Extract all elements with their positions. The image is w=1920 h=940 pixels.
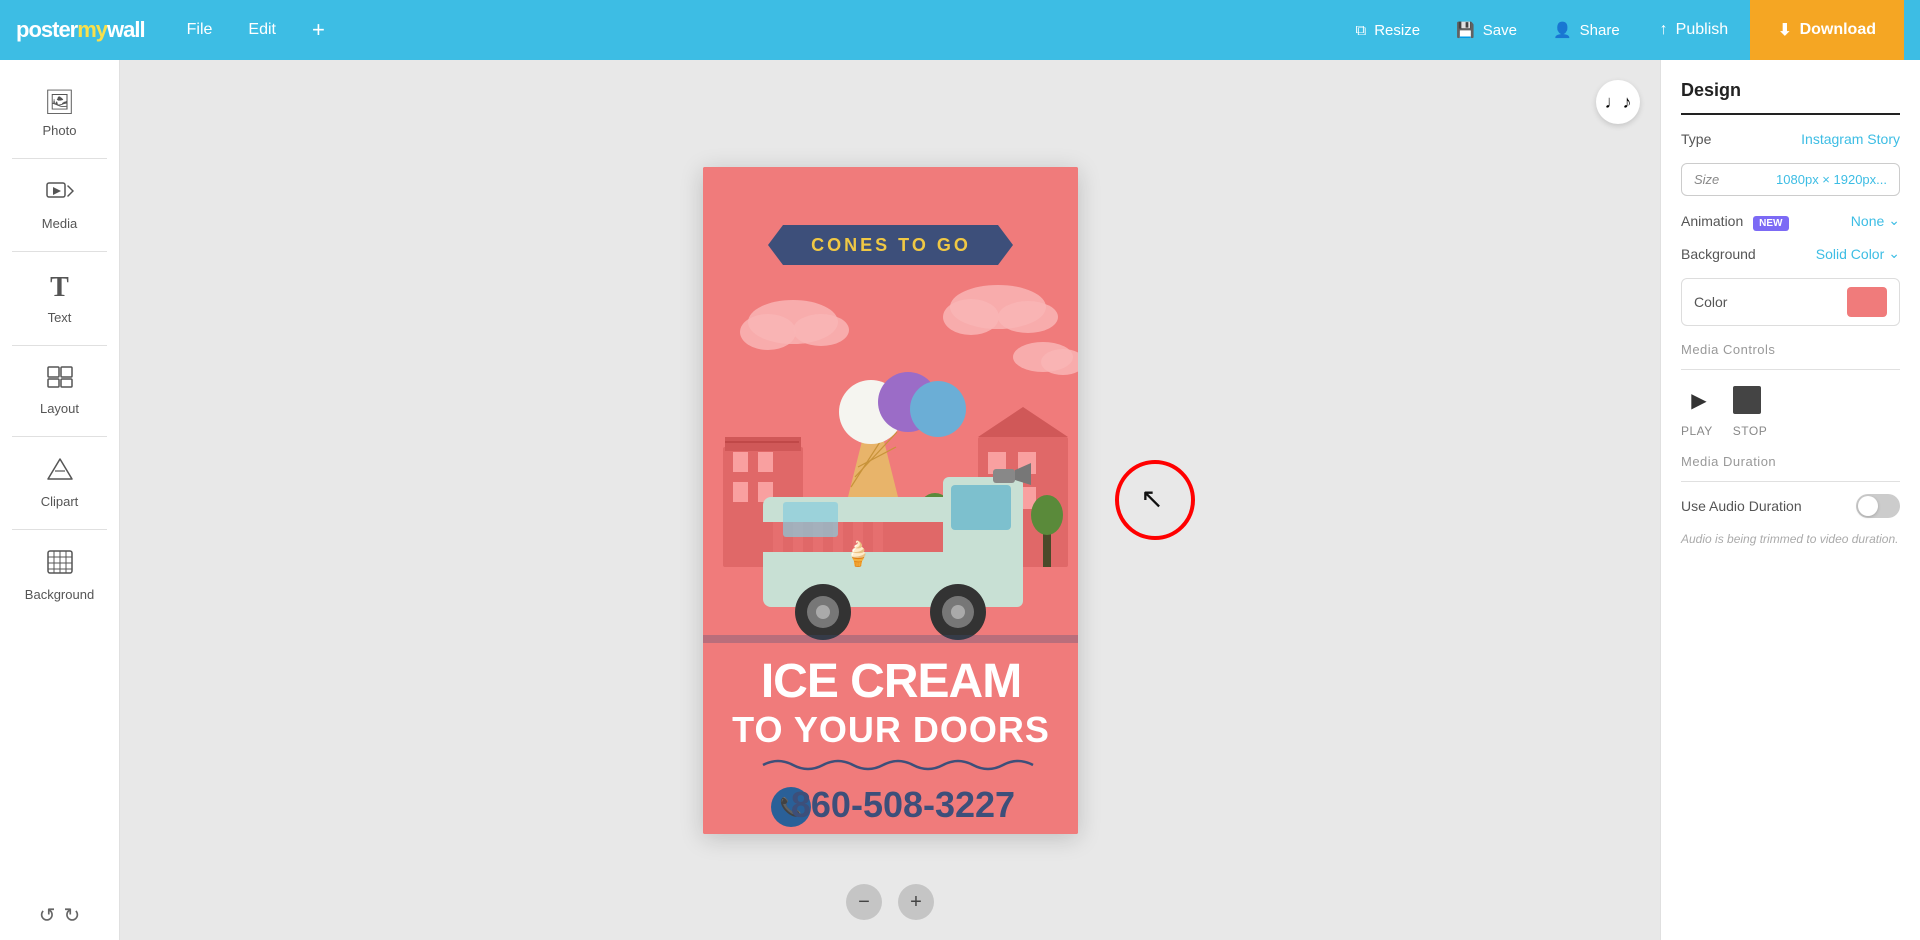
sidebar: 🖼 Photo Media T Text xyxy=(0,60,120,940)
color-label: Color xyxy=(1694,294,1727,310)
clipart-icon xyxy=(47,457,73,488)
redo-button[interactable]: ↻ xyxy=(64,903,81,928)
sidebar-divider-2 xyxy=(12,251,107,252)
media-buttons: ▶ xyxy=(1681,382,1900,418)
sidebar-divider-4 xyxy=(12,436,107,437)
right-panel: Design Type Instagram Story Size 1080px … xyxy=(1660,60,1920,940)
sidebar-divider-5 xyxy=(12,529,107,530)
sidebar-divider-1 xyxy=(12,158,107,159)
sidebar-item-clipart[interactable]: Clipart xyxy=(0,445,119,521)
save-icon: 💾 xyxy=(1456,21,1475,39)
audio-note: Audio is being trimmed to video duration… xyxy=(1681,530,1900,548)
zoom-controls: − + xyxy=(846,884,934,920)
publish-button[interactable]: ↑ Publish xyxy=(1638,0,1750,60)
sidebar-item-media-label: Media xyxy=(42,216,77,231)
type-value: Instagram Story xyxy=(1801,131,1900,147)
cursor-circle: ↖ xyxy=(1115,460,1195,540)
sidebar-item-photo-label: Photo xyxy=(43,123,77,138)
chevron-down-icon: ⌄ xyxy=(1888,212,1900,229)
background-label: Background xyxy=(1681,246,1756,262)
file-menu[interactable]: File xyxy=(169,13,231,47)
chevron-down-icon-2: ⌄ xyxy=(1888,245,1900,262)
media-controls-label: Media Controls xyxy=(1681,342,1900,357)
sidebar-item-text-label: Text xyxy=(48,310,72,325)
text-icon: T xyxy=(50,272,69,304)
resize-icon: ⧉ xyxy=(1355,22,1366,39)
sidebar-item-text[interactable]: T Text xyxy=(0,260,119,337)
animation-label: Animation NEW xyxy=(1681,213,1789,229)
music-button[interactable]: ♩♪ xyxy=(1596,80,1640,124)
sidebar-item-background-label: Background xyxy=(25,587,94,602)
share-icon: 👤 xyxy=(1553,21,1572,39)
zoom-in-button[interactable]: + xyxy=(898,884,934,920)
sidebar-item-layout[interactable]: Layout xyxy=(0,354,119,428)
sidebar-divider-3 xyxy=(12,345,107,346)
panel-title: Design xyxy=(1681,80,1900,101)
svg-text:CONES TO GO: CONES TO GO xyxy=(811,235,971,255)
logo: postermywall xyxy=(16,17,145,43)
save-button[interactable]: 💾 Save xyxy=(1438,13,1535,47)
sidebar-item-photo[interactable]: 🖼 Photo xyxy=(0,76,119,150)
panel-divider xyxy=(1681,113,1900,115)
photo-icon: 🖼 xyxy=(44,88,74,117)
stop-button[interactable] xyxy=(1733,386,1761,414)
download-icon: ⬇ xyxy=(1778,20,1791,40)
main-layout: 🖼 Photo Media T Text xyxy=(0,60,1920,940)
type-row: Type Instagram Story xyxy=(1681,131,1900,147)
cursor-arrow-icon: ↖ xyxy=(1140,482,1163,515)
color-row: Color xyxy=(1681,278,1900,326)
sidebar-item-layout-label: Layout xyxy=(40,401,79,416)
sidebar-item-media[interactable]: Media xyxy=(0,167,119,243)
svg-text:860-508-3227: 860-508-3227 xyxy=(790,784,1014,825)
cursor-overlay: ↖ xyxy=(1115,460,1195,540)
svg-text:🍦: 🍦 xyxy=(843,540,873,568)
size-label: Size xyxy=(1694,172,1719,187)
play-button[interactable]: ▶ xyxy=(1681,382,1717,418)
size-value: 1080px × 1920px... xyxy=(1776,172,1887,187)
type-label: Type xyxy=(1681,131,1711,147)
toggle-row: Use Audio Duration xyxy=(1681,494,1900,518)
publish-icon: ↑ xyxy=(1660,21,1668,39)
zoom-out-button[interactable]: − xyxy=(846,884,882,920)
media-labels: PLAY STOP xyxy=(1681,424,1900,438)
new-badge: NEW xyxy=(1753,216,1788,231)
size-box[interactable]: Size 1080px × 1920px... xyxy=(1681,163,1900,196)
background-row: Background Solid Color ⌄ xyxy=(1681,245,1900,262)
background-icon xyxy=(47,550,73,581)
use-audio-label: Use Audio Duration xyxy=(1681,498,1802,514)
svg-text:TO YOUR DOORS: TO YOUR DOORS xyxy=(732,709,1050,750)
undo-button[interactable]: ↺ xyxy=(39,903,56,928)
background-solid-button[interactable]: Solid Color ⌄ xyxy=(1816,245,1900,262)
media-controls-divider xyxy=(1681,369,1900,370)
play-label: PLAY xyxy=(1681,424,1713,438)
topnav: postermywall File Edit + ⧉ Resize 💾 Save… xyxy=(0,0,1920,60)
share-button[interactable]: 👤 Share xyxy=(1535,13,1638,47)
stop-label: STOP xyxy=(1733,424,1767,438)
canvas-area: ♩♪ CONES TO GO xyxy=(120,60,1660,940)
media-duration-label: Media Duration xyxy=(1681,454,1900,469)
use-audio-toggle[interactable] xyxy=(1856,494,1900,518)
sidebar-item-background[interactable]: Background xyxy=(0,538,119,614)
animation-row: Animation NEW None ⌄ xyxy=(1681,212,1900,229)
media-icon xyxy=(46,179,74,210)
resize-button[interactable]: ⧉ Resize xyxy=(1337,14,1438,47)
color-swatch[interactable] xyxy=(1847,287,1887,317)
add-button[interactable]: + xyxy=(294,9,343,51)
toggle-knob xyxy=(1858,496,1878,516)
logo-text: postermywall xyxy=(16,17,145,43)
media-duration-divider xyxy=(1681,481,1900,482)
download-button[interactable]: ⬇ Download xyxy=(1750,0,1904,60)
svg-text:ICE CREAM: ICE CREAM xyxy=(760,655,1020,708)
sidebar-item-clipart-label: Clipart xyxy=(41,494,79,509)
layout-icon xyxy=(47,366,73,395)
edit-menu[interactable]: Edit xyxy=(230,13,294,47)
poster-canvas[interactable]: CONES TO GO xyxy=(703,167,1078,834)
animation-none-button[interactable]: None ⌄ xyxy=(1851,212,1900,229)
